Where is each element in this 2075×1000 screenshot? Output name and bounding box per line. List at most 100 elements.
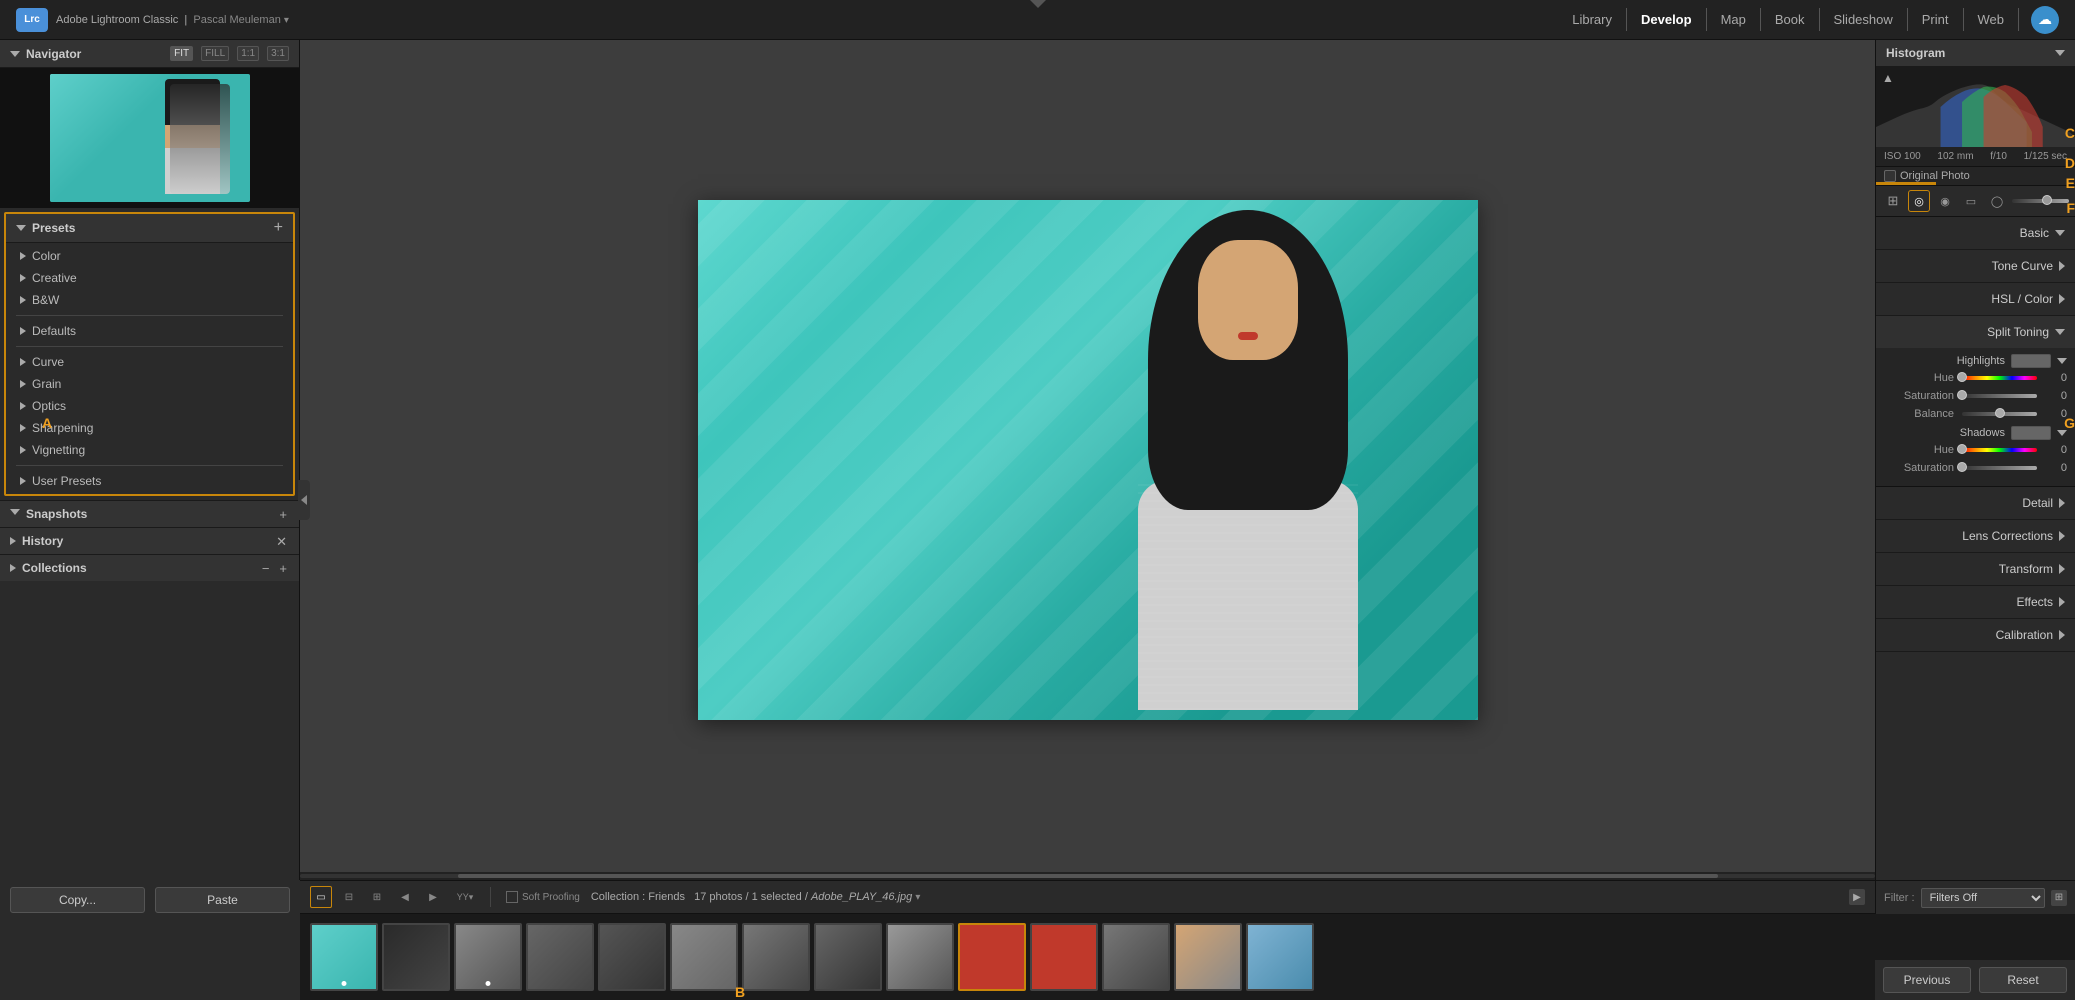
preset-grain[interactable]: Grain [6, 373, 293, 395]
red-eye-button[interactable]: ▭ [1960, 190, 1982, 212]
preset-vignetting[interactable]: Vignetting [6, 439, 293, 461]
shadows-swatch[interactable] [2011, 426, 2051, 440]
filmstrip-thumbnail-4[interactable] [598, 923, 666, 991]
transform-header[interactable]: Transform [1876, 553, 2075, 585]
filmstrip-thumbnail-11[interactable] [1102, 923, 1170, 991]
split-toning-header[interactable]: Split Toning [1876, 316, 2075, 348]
lens-corrections-header[interactable]: Lens Corrections [1876, 520, 2075, 552]
preset-bw[interactable]: B&W [6, 289, 293, 311]
balance-slider[interactable] [1962, 412, 2037, 416]
filmstrip-thumbnail-13[interactable] [1246, 923, 1314, 991]
filmstrip-thumbnail-0[interactable] [310, 923, 378, 991]
preset-color[interactable]: Color [6, 245, 293, 267]
copy-button[interactable]: Copy... [10, 887, 145, 913]
tool-slider[interactable] [2012, 199, 2069, 203]
spot-removal-button[interactable]: ◉ [1934, 190, 1956, 212]
filmstrip-grid-button[interactable]: ⊞ [366, 886, 388, 908]
split-toning-section: Split Toning Highlights Hue [1876, 316, 2075, 487]
preset-curve-icon [20, 358, 26, 366]
filmstrip-single-view-button[interactable]: ▭ [310, 886, 332, 908]
filmstrip-thumbnail-7[interactable] [814, 923, 882, 991]
filter-select[interactable]: Filters Off [1921, 888, 2045, 908]
original-photo-checkbox[interactable] [1884, 170, 1896, 182]
history-clear-button[interactable]: ✕ [274, 535, 289, 548]
history-header[interactable]: History ✕ [0, 528, 299, 554]
navigator-3-1-btn[interactable]: 3:1 [267, 46, 289, 61]
annotation-f: F [2066, 200, 2075, 216]
filmstrip-thumbnail-12[interactable] [1174, 923, 1242, 991]
top-navigation: Library Develop Map Book Slideshow Print… [1558, 6, 2059, 34]
filmstrip-prev-button[interactable]: ◀ [394, 886, 416, 908]
highlights-saturation-slider[interactable] [1962, 394, 2037, 398]
targeted-adjustment-button[interactable]: ◎ [1908, 190, 1930, 212]
filmstrip-thumbnail-10[interactable] [1030, 923, 1098, 991]
shadows-saturation-row: Saturation 0 [1884, 462, 2067, 474]
highlights-saturation-row: Saturation 0 [1884, 390, 2067, 402]
presets-add-button[interactable]: + [274, 220, 283, 236]
snapshots-add-button[interactable]: + [277, 508, 289, 521]
preset-optics[interactable]: Optics [6, 395, 293, 417]
filmstrip-thumbnail-1[interactable] [382, 923, 450, 991]
navigator-header[interactable]: Navigator FIT FILL 1:1 3:1 [0, 40, 299, 68]
hsl-color-header[interactable]: HSL / Color [1876, 283, 2075, 315]
filmstrip-thumbnail-5[interactable] [670, 923, 738, 991]
preset-creative[interactable]: Creative [6, 267, 293, 289]
preset-defaults[interactable]: Defaults [6, 320, 293, 342]
graduated-filter-button[interactable]: ◯ [1986, 190, 2008, 212]
preset-user-presets[interactable]: User Presets [6, 470, 293, 492]
filmstrip-scroll-right[interactable]: ▶ [1849, 889, 1865, 905]
highlights-label: Highlights [1884, 355, 2005, 367]
left-panel-collapse-handle[interactable] [298, 480, 310, 520]
calibration-header[interactable]: Calibration [1876, 619, 2075, 651]
navigator-controls: FIT FILL 1:1 3:1 [170, 46, 289, 61]
filmstrip-thumbnail-3[interactable] [526, 923, 594, 991]
highlights-hue-slider[interactable] [1962, 376, 2037, 380]
nav-web[interactable]: Web [1964, 8, 2020, 31]
shadows-hue-slider[interactable] [1962, 448, 2037, 452]
histogram-header[interactable]: Histogram [1876, 40, 2075, 67]
scroll-thumb[interactable] [458, 874, 1718, 878]
filmstrip-thumbnail-6[interactable] [742, 923, 810, 991]
detail-header[interactable]: Detail [1876, 487, 2075, 519]
filmstrip-thumbnail-dot-2 [486, 981, 491, 986]
paste-button[interactable]: Paste [155, 887, 290, 913]
collections-add-button[interactable]: + [277, 562, 289, 575]
nav-print[interactable]: Print [1908, 8, 1964, 31]
filmstrip-view-mode-selector[interactable]: YY▾ [450, 886, 480, 908]
preset-curve[interactable]: Curve [6, 351, 293, 373]
navigator-fit-btn[interactable]: FIT [170, 46, 193, 61]
nav-library[interactable]: Library [1558, 8, 1627, 31]
transform-title: Transform [1898, 562, 2053, 576]
collections-remove-button[interactable]: − [260, 562, 272, 575]
tone-curve-header[interactable]: Tone Curve [1876, 250, 2075, 282]
top-collapse-arrow[interactable] [1030, 0, 1046, 8]
filmstrip-next-button[interactable]: ▶ [422, 886, 444, 908]
navigator-1-1-btn[interactable]: 1:1 [237, 46, 259, 61]
effects-header[interactable]: Effects [1876, 586, 2075, 618]
nav-book[interactable]: Book [1761, 8, 1820, 31]
snapshots-header[interactable]: Snapshots + [0, 501, 299, 527]
basic-header[interactable]: Basic [1876, 217, 2075, 249]
filter-extra-icon[interactable]: ⊞ [2051, 890, 2067, 906]
presets-header[interactable]: Presets + [6, 214, 293, 243]
filmstrip-thumbnail-8[interactable] [886, 923, 954, 991]
crop-tool-button[interactable]: ⊞ [1882, 190, 1904, 212]
nav-map[interactable]: Map [1707, 8, 1761, 31]
filmstrip-compare-button[interactable]: ⊟ [338, 886, 360, 908]
nav-slideshow[interactable]: Slideshow [1820, 8, 1908, 31]
collections-header[interactable]: Collections − + [0, 555, 299, 581]
previous-button[interactable]: Previous [1883, 967, 1971, 993]
cloud-sync-button[interactable]: ☁ [2031, 6, 2059, 34]
reset-button[interactable]: Reset [1979, 967, 2067, 993]
effects-section: Effects [1876, 586, 2075, 619]
calibration-title: Calibration [1898, 628, 2053, 642]
shadows-saturation-slider[interactable] [1962, 466, 2037, 470]
nav-develop[interactable]: Develop [1627, 8, 1707, 31]
highlights-dropdown-icon[interactable] [2057, 358, 2067, 364]
filmstrip-thumbnail-9[interactable] [958, 923, 1026, 991]
highlights-swatch[interactable] [2011, 354, 2051, 368]
soft-proofing-checkbox[interactable]: Soft Proofing [501, 886, 585, 908]
filmstrip-thumbnail-2[interactable] [454, 923, 522, 991]
highlights-hue-row: Hue 0 [1884, 372, 2067, 384]
navigator-fill-btn[interactable]: FILL [201, 46, 229, 61]
